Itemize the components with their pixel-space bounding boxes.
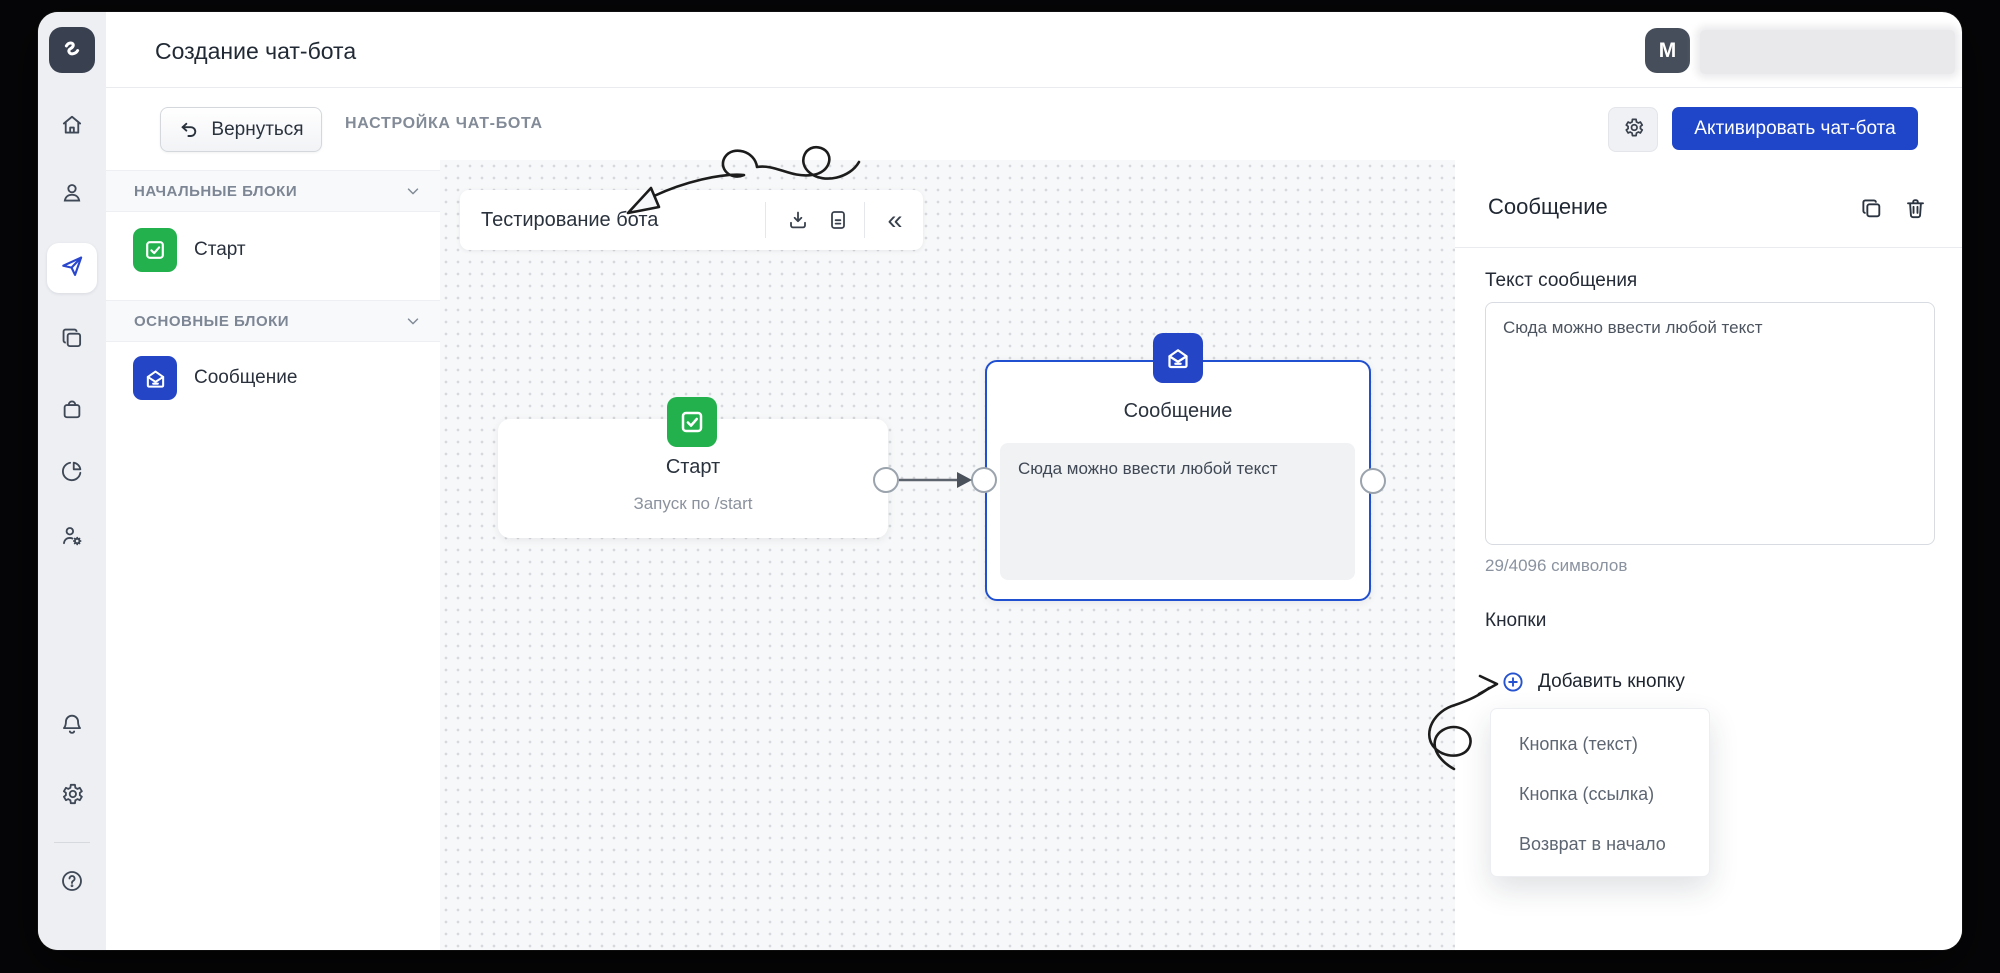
- nav-help[interactable]: [52, 863, 92, 903]
- chevron-down-icon: [407, 188, 419, 195]
- add-button-label: Добавить кнопку: [1538, 671, 1685, 692]
- inspector-divider: [1455, 247, 1962, 248]
- section-main-blocks[interactable]: ОСНОВНЫЕ БЛОКИ: [106, 300, 440, 342]
- nav-rail: [38, 12, 106, 950]
- download-icon[interactable]: [782, 204, 814, 236]
- port-message-in[interactable]: [971, 467, 997, 493]
- block-message-label: Сообщение: [194, 367, 298, 388]
- gear-icon: [1622, 116, 1645, 144]
- flow-canvas[interactable]: Тестирование бота « Старт Запуск по /sta…: [440, 160, 1455, 950]
- nav-home[interactable]: [52, 107, 92, 147]
- nav-users[interactable]: [52, 175, 92, 215]
- card-divider: [864, 202, 865, 238]
- home-icon: [59, 112, 85, 143]
- undo-arrow-icon: [178, 119, 200, 141]
- envelope-open-icon: [133, 356, 177, 400]
- bot-settings-button[interactable]: [1608, 107, 1658, 152]
- avatar[interactable]: M: [1645, 28, 1690, 73]
- back-button[interactable]: Вернуться: [160, 107, 322, 152]
- chevron-down-icon: [407, 318, 419, 325]
- block-message-item[interactable]: Сообщение: [106, 348, 440, 408]
- menu-item-back-to-start[interactable]: Возврат в начало: [1491, 819, 1709, 869]
- user-gear-icon: [59, 523, 85, 554]
- nav-stats[interactable]: [52, 453, 92, 493]
- toolbar: Вернуться НАСТРОЙКА ЧАТ-БОТА Активироват…: [106, 88, 1962, 161]
- node-message-body: Сюда можно ввести любой текст: [1000, 443, 1355, 580]
- gear-icon: [59, 781, 85, 812]
- pie-chart-icon: [59, 458, 85, 489]
- char-counter: 29/4096 символов: [1485, 556, 1628, 575]
- screenshot-stage: Создание чат-бота M Вернуться НАСТРОЙКА …: [0, 0, 2000, 973]
- plus-circle-icon: [1501, 670, 1525, 694]
- nav-user-settings[interactable]: [52, 518, 92, 558]
- help-icon: [59, 868, 85, 899]
- check-square-icon: [133, 228, 177, 272]
- add-button-menu: Кнопка (текст) Кнопка (ссылка) Возврат в…: [1490, 708, 1710, 877]
- menu-item-button-link[interactable]: Кнопка (ссылка): [1491, 769, 1709, 819]
- pages-icon: [59, 325, 85, 356]
- bot-name-card: Тестирование бота «: [460, 190, 923, 250]
- app-logo[interactable]: [49, 27, 95, 73]
- breadcrumb: НАСТРОЙКА ЧАТ-БОТА: [345, 115, 543, 132]
- page-title: Создание чат-бота: [155, 38, 357, 64]
- block-start-label: Старт: [194, 239, 246, 260]
- nav-shop[interactable]: [52, 391, 92, 431]
- section-main-blocks-label: ОСНОВНЫЕ БЛОКИ: [134, 312, 290, 330]
- menu-item-button-text[interactable]: Кнопка (текст): [1491, 719, 1709, 769]
- node-start-subtitle: Запуск по /start: [633, 494, 753, 513]
- activate-bot-button[interactable]: Активировать чат-бота: [1672, 107, 1918, 150]
- bell-icon: [59, 711, 85, 742]
- nav-notifications[interactable]: [52, 706, 92, 746]
- port-message-out[interactable]: [1360, 468, 1386, 494]
- add-button-row[interactable]: Добавить кнопку: [1501, 670, 1685, 694]
- paper-plane-icon: [58, 252, 86, 285]
- section-start-blocks-label: НАЧАЛЬНЫЕ БЛОКИ: [134, 182, 298, 200]
- nav-settings[interactable]: [52, 776, 92, 816]
- node-message-title: Сообщение: [1123, 400, 1233, 422]
- trash-icon[interactable]: [1901, 194, 1929, 222]
- duplicate-icon[interactable]: [1857, 194, 1885, 222]
- check-square-icon: [667, 397, 717, 447]
- shop-bag-icon: [59, 396, 85, 427]
- port-start-out[interactable]: [873, 467, 899, 493]
- collapse-icon[interactable]: «: [879, 204, 911, 236]
- inspector-panel: Сообщение Текст сообщения Сюда можно вве…: [1455, 160, 1962, 950]
- back-button-label: Вернуться: [211, 118, 304, 140]
- logo-squiggle-icon: [58, 34, 86, 67]
- user-icon: [59, 180, 85, 211]
- buttons-label: Кнопки: [1485, 610, 1547, 631]
- block-start-item[interactable]: Старт: [106, 220, 440, 280]
- nav-broadcasts-active[interactable]: [47, 243, 97, 293]
- bot-name[interactable]: Тестирование бота: [481, 190, 658, 250]
- node-start-title: Старт: [665, 456, 721, 478]
- message-text-label: Текст сообщения: [1485, 270, 1638, 291]
- card-divider: [765, 202, 766, 238]
- inspector-title: Сообщение: [1488, 194, 1608, 219]
- account-name-redacted: [1700, 30, 1955, 74]
- blocks-panel: НАЧАЛЬНЫЕ БЛОКИ Старт ОСНОВНЫЕ БЛОКИ Соо…: [106, 160, 441, 950]
- nav-pages[interactable]: [52, 320, 92, 360]
- section-start-blocks[interactable]: НАЧАЛЬНЫЕ БЛОКИ: [106, 170, 440, 212]
- document-icon[interactable]: [822, 204, 854, 236]
- rail-divider: [54, 842, 90, 843]
- envelope-open-icon: [1153, 333, 1203, 383]
- message-text-input[interactable]: Сюда можно ввести любой текст: [1485, 302, 1935, 545]
- app-window: Создание чат-бота M Вернуться НАСТРОЙКА …: [38, 12, 1962, 950]
